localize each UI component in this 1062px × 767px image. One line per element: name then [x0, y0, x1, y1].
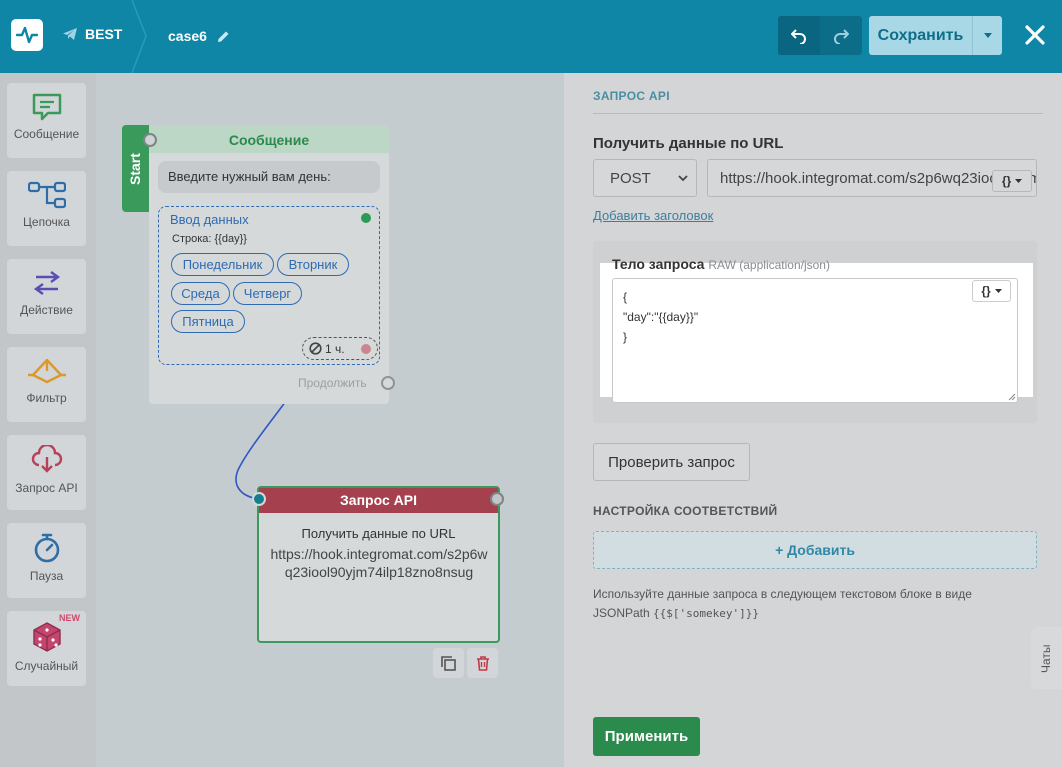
bot-breadcrumb[interactable]: BEST	[63, 26, 122, 42]
pencil-icon[interactable]	[217, 30, 230, 43]
panel-title: ЗАПРОС API	[593, 89, 670, 103]
api-output-port[interactable]	[490, 492, 504, 506]
dice-icon	[32, 622, 61, 652]
redo-button[interactable]	[820, 16, 862, 55]
node-input-port[interactable]	[143, 133, 157, 147]
tool-chain[interactable]: Цепочка	[7, 171, 86, 246]
chip-option[interactable]: Среда	[171, 282, 230, 305]
redo-icon	[834, 28, 849, 44]
tool-random[interactable]: NEW Случайный	[7, 611, 86, 686]
start-label: Start	[127, 153, 143, 185]
tool-label: Запрос API	[15, 481, 78, 495]
timeout-label: 1 ч.	[325, 341, 345, 356]
block-icon	[309, 342, 322, 355]
resize-handle-icon[interactable]	[1008, 393, 1016, 401]
tool-action[interactable]: Действие	[7, 259, 86, 334]
jsonpath-hint: Используйте данные запроса в следующем т…	[593, 585, 1013, 623]
http-method-select[interactable]: POST	[593, 159, 697, 197]
tool-label: Действие	[20, 303, 73, 317]
message-icon	[32, 93, 61, 121]
url-variable-button[interactable]: {}	[992, 170, 1032, 192]
filter-icon	[27, 358, 66, 384]
input-variable: Строка: {{day}}	[172, 233, 247, 245]
top-bar: BEST case6 Сохранить	[0, 0, 1062, 73]
tool-message[interactable]: Сообщение	[7, 83, 86, 158]
stopwatch-icon	[34, 533, 59, 563]
close-button[interactable]	[1018, 18, 1052, 52]
add-header-link[interactable]: Добавить заголовок	[593, 208, 713, 223]
undo-icon	[791, 28, 806, 44]
cloud-api-icon	[31, 445, 62, 473]
caret-down-icon	[994, 289, 1002, 293]
case-name: case6	[168, 28, 207, 44]
input-output-port[interactable]	[359, 211, 373, 225]
chip-option[interactable]: Четверг	[233, 282, 302, 305]
braces-icon: {}	[1001, 174, 1012, 188]
chip-option[interactable]: Понедельник	[171, 253, 274, 276]
app-logo[interactable]	[11, 19, 43, 51]
timeout-port[interactable]	[359, 342, 373, 356]
http-method-value: POST	[610, 169, 651, 187]
tool-filter[interactable]: Фильтр	[7, 347, 86, 422]
api-node-url: https://hook.integromat.com/s2p6wq23iool…	[270, 546, 488, 580]
chain-icon	[27, 181, 66, 209]
request-body-label: Тело запроса RAW (application/json)	[612, 256, 830, 272]
tool-label: Фильтр	[26, 391, 67, 405]
undo-button[interactable]	[778, 16, 820, 55]
telegram-icon	[63, 28, 77, 40]
hint-code: {{$['somekey']}}	[653, 607, 760, 620]
save-button[interactable]: Сохранить	[869, 16, 972, 55]
chip-option[interactable]: Пятница	[171, 310, 245, 333]
copy-icon	[441, 655, 456, 671]
save-dropdown-button[interactable]	[972, 16, 1002, 55]
caret-down-icon	[983, 33, 992, 38]
close-icon	[1025, 25, 1045, 45]
check-request-button[interactable]: Проверить запрос	[593, 443, 750, 481]
message-node-title: Сообщение	[149, 125, 389, 153]
body-variable-button[interactable]: {}	[972, 280, 1011, 302]
new-badge: NEW	[59, 613, 80, 623]
fetch-url-label: Получить данные по URL	[593, 135, 784, 152]
message-text[interactable]: Введите нужный вам день:	[158, 161, 380, 193]
api-node-subtitle: Получить данные по URL	[301, 526, 456, 541]
chats-label: Чаты	[1039, 644, 1053, 673]
caret-down-icon	[1015, 179, 1023, 183]
case-breadcrumb[interactable]: case6	[168, 28, 230, 44]
input-title: Ввод данных	[170, 212, 249, 227]
chevron-down-icon	[678, 175, 688, 182]
chats-tab[interactable]: Чаты	[1031, 627, 1062, 689]
tool-api-request[interactable]: Запрос API	[7, 435, 86, 510]
braces-icon: {}	[981, 284, 991, 298]
panel-divider	[593, 113, 1043, 114]
continue-label: Продолжить	[298, 376, 367, 390]
history-controls	[778, 16, 862, 55]
tool-label: Сообщение	[13, 127, 80, 141]
tool-label: Пауза	[29, 569, 64, 583]
api-node-title: Запрос API	[259, 488, 498, 513]
copy-node-button[interactable]	[433, 648, 464, 678]
action-icon	[33, 271, 60, 295]
hint-text: Используйте данные запроса в следующем т…	[593, 587, 972, 620]
request-body-title: Тело запроса	[612, 256, 705, 272]
api-input-port[interactable]	[252, 492, 266, 506]
tool-pause[interactable]: Пауза	[7, 523, 86, 598]
url-input[interactable]: https://hook.integromat.com/s2p6wq23iool…	[707, 159, 1037, 197]
tool-label: Цепочка	[23, 215, 70, 229]
chip-option[interactable]: Вторник	[277, 253, 349, 276]
mapping-title: НАСТРОЙКА СООТВЕТСТВИЙ	[593, 504, 778, 518]
breadcrumb-separator	[131, 0, 147, 73]
request-body-type: RAW (application/json)	[708, 258, 830, 272]
continue-port[interactable]	[381, 376, 395, 390]
delete-node-button[interactable]	[467, 648, 498, 678]
add-mapping-button[interactable]: + Добавить	[593, 531, 1037, 569]
tool-label: Случайный	[14, 659, 79, 673]
apply-button[interactable]: Применить	[593, 717, 700, 756]
trash-icon	[476, 655, 489, 671]
bot-name: BEST	[85, 26, 123, 42]
request-body-textarea[interactable]: { "day":"{{day}}" }	[612, 278, 1018, 403]
